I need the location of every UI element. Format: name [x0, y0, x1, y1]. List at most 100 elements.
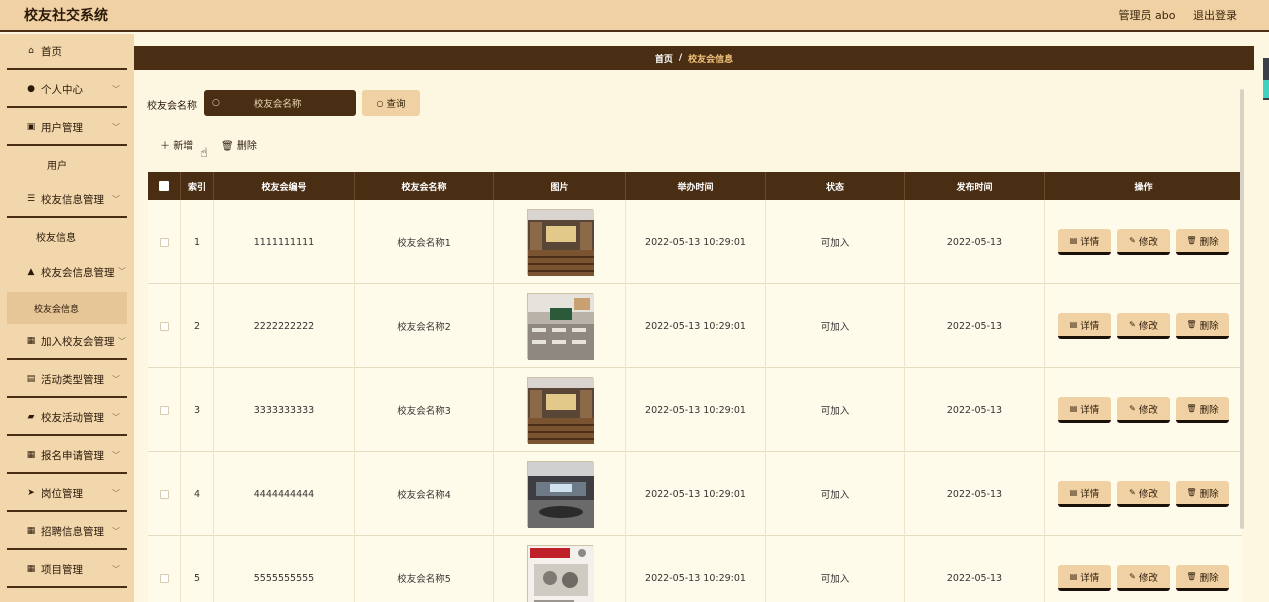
grid-icon: ▦ — [26, 526, 36, 536]
sidebar-item-signup-mgmt[interactable]: ▦ 报名申请管理 ﹀ — [7, 438, 127, 474]
assoc-thumbnail[interactable] — [526, 461, 594, 528]
breadcrumb-separator: / — [678, 53, 683, 63]
cell-publish-time: 2022-05-13 — [905, 284, 1045, 368]
cell-status: 可加入 — [766, 536, 905, 602]
edit-button[interactable]: ✎ 修改 — [1117, 481, 1170, 507]
cell-code: 3333333333 — [214, 368, 355, 452]
select-all-checkbox[interactable] — [148, 172, 181, 200]
edit-button[interactable]: ✎ 修改 — [1117, 229, 1170, 255]
id-card-icon: ▣ — [26, 122, 36, 132]
delete-button[interactable]: 🗑 删除 — [1176, 229, 1229, 255]
row-checkbox[interactable] — [148, 368, 181, 452]
assoc-thumbnail[interactable] — [526, 209, 594, 276]
current-user: 管理员 abo — [1118, 9, 1176, 22]
cell-ops: ▤ 详情 ✎ 修改 🗑 删除 — [1045, 536, 1242, 602]
sidebar-item-assoc-info-mgmt[interactable]: ▲ 校友会信息管理 ﹀ — [7, 254, 127, 290]
home-icon: ⌂ — [28, 46, 34, 56]
delete-button[interactable]: 🗑 删除 — [1176, 313, 1229, 339]
col-index: 索引 — [181, 172, 214, 200]
sidebar-item-project-mgmt[interactable]: ▦ 项目管理 ﹀ — [7, 552, 127, 588]
sidebar-item-job-mgmt[interactable]: ➤ 岗位管理 ﹀ — [7, 476, 127, 512]
row-checkbox[interactable] — [148, 284, 181, 368]
query-button[interactable]: ○ 查询 — [362, 90, 420, 116]
table-row: 1 1111111111 校友会名称1 2022-05-13 10:29:01 … — [148, 200, 1242, 284]
cell-ops: ▤ 详情 ✎ 修改 🗑 删除 — [1045, 200, 1242, 284]
detail-button[interactable]: ▤ 详情 — [1058, 565, 1111, 591]
col-ops: 操作 — [1134, 182, 1153, 193]
cell-name: 校友会名称3 — [355, 368, 494, 452]
chevron-down-icon: ﹀ — [112, 413, 120, 422]
chevron-down-icon: ﹀ — [112, 375, 120, 384]
document-icon: ▤ — [1069, 572, 1078, 581]
chevron-down-icon: ﹀ — [112, 489, 120, 498]
pencil-icon: ✎ — [1129, 488, 1136, 497]
sidebar-item-home[interactable]: ⌂ 首页 — [7, 34, 127, 70]
delete-button[interactable]: 🗑 删除 — [1176, 565, 1229, 591]
scrollbar[interactable] — [1240, 89, 1244, 529]
detail-button[interactable]: ▤ 详情 — [1058, 229, 1111, 255]
detail-button[interactable]: ▤ 详情 — [1058, 481, 1111, 507]
cell-status: 可加入 — [766, 284, 905, 368]
assoc-thumbnail[interactable] — [526, 293, 594, 360]
sidebar-item-personal[interactable]: ● 个人中心 ﹀ — [7, 72, 127, 108]
sidebar-item-user-mgmt[interactable]: ▣ 用户管理 ﹀ — [7, 110, 127, 146]
sidebar-sub-assoc-info[interactable]: 校友会信息 — [7, 292, 127, 324]
sidebar-item-alumni-activity-mgmt[interactable]: ▰ 校友活动管理 ﹀ — [7, 400, 127, 436]
sidebar-sub-user[interactable]: 用户 — [7, 148, 127, 180]
cell-status: 可加入 — [766, 368, 905, 452]
assoc-table: 索引 校友会编号 校友会名称 图片 举办时间 状态 发布时间 操作 1 1111… — [148, 172, 1242, 602]
detail-button[interactable]: ▤ 详情 — [1058, 313, 1111, 339]
cell-index: 4 — [181, 452, 214, 536]
search-input[interactable]: ○ 校友会名称 — [204, 90, 356, 116]
breadcrumb-home[interactable]: 首页 — [655, 52, 673, 65]
cell-hold-time: 2022-05-13 10:29:01 — [626, 200, 766, 284]
edit-button[interactable]: ✎ 修改 — [1117, 313, 1170, 339]
document-icon: ▤ — [1069, 320, 1078, 329]
col-status: 状态 — [766, 172, 905, 200]
logout-link[interactable]: 退出登录 — [1193, 9, 1237, 22]
col-image: 图片 — [494, 172, 626, 200]
edit-button[interactable]: ✎ 修改 — [1117, 397, 1170, 423]
grid-icon: ▦ — [26, 450, 36, 460]
sidebar-item-join-assoc-mgmt[interactable]: ▦ 加入校友会管理 ﹀ — [7, 324, 127, 360]
search-icon: ○ — [376, 98, 384, 108]
sidebar-item-recruit-mgmt[interactable]: ▦ 招聘信息管理 ﹀ — [7, 514, 127, 550]
cell-code: 4444444444 — [214, 452, 355, 536]
cell-ops: ▤ 详情 ✎ 修改 🗑 删除 — [1045, 368, 1242, 452]
cell-hold-time: 2022-05-13 10:29:01 — [626, 284, 766, 368]
plus-icon: ＋ — [160, 141, 170, 152]
add-button[interactable]: ＋ 新增 — [160, 137, 193, 152]
delete-button[interactable]: 🗑 删除 — [1176, 397, 1229, 423]
cell-publish-time: 2022-05-13 — [905, 368, 1045, 452]
cell-ops: ▤ 详情 ✎ 修改 🗑 删除 — [1045, 452, 1242, 536]
cell-index: 2 — [181, 284, 214, 368]
row-checkbox[interactable] — [148, 536, 181, 602]
mouse-cursor-icon: ☝ — [200, 146, 208, 161]
cell-ops: ▤ 详情 ✎ 修改 🗑 删除 — [1045, 284, 1242, 368]
cell-code: 1111111111 — [214, 200, 355, 284]
sidebar-item-activity-type-mgmt[interactable]: ▤ 活动类型管理 ﹀ — [7, 362, 127, 398]
pencil-icon: ✎ — [1129, 404, 1136, 413]
table-row: 4 4444444444 校友会名称4 2022-05-13 10:29:01 … — [148, 452, 1242, 536]
breadcrumb: 首页 / 校友会信息 — [134, 46, 1254, 70]
row-checkbox[interactable] — [148, 200, 181, 284]
cell-publish-time: 2022-05-13 — [905, 536, 1045, 602]
assoc-thumbnail[interactable] — [526, 545, 594, 602]
sidebar: ⌂ 首页 ● 个人中心 ﹀ ▣ 用户管理 ﹀ 用户 ☰ 校友信息管理 ﹀ 校友信息 ▲ 校友会信… — [0, 34, 134, 602]
pencil-icon: ✎ — [1129, 572, 1136, 581]
sidebar-item-alumni-info-mgmt[interactable]: ☰ 校友信息管理 ﹀ — [7, 182, 127, 218]
detail-button[interactable]: ▤ 详情 — [1058, 397, 1111, 423]
cell-name: 校友会名称5 — [355, 536, 494, 602]
row-checkbox[interactable] — [148, 452, 181, 536]
assoc-thumbnail[interactable] — [526, 377, 594, 444]
cell-hold-time: 2022-05-13 10:29:01 — [626, 452, 766, 536]
cell-index: 3 — [181, 368, 214, 452]
table-row: 3 3333333333 校友会名称3 2022-05-13 10:29:01 … — [148, 368, 1242, 452]
batch-delete-button[interactable]: 🗑 删除 — [221, 137, 257, 152]
sidebar-sub-alumni-info[interactable]: 校友信息 — [7, 220, 127, 252]
delete-button[interactable]: 🗑 删除 — [1176, 481, 1229, 507]
edit-button[interactable]: ✎ 修改 — [1117, 565, 1170, 591]
user-icon: ● — [27, 84, 35, 94]
app-title: 校友社交系统 — [24, 8, 108, 24]
cell-publish-time: 2022-05-13 — [905, 200, 1045, 284]
